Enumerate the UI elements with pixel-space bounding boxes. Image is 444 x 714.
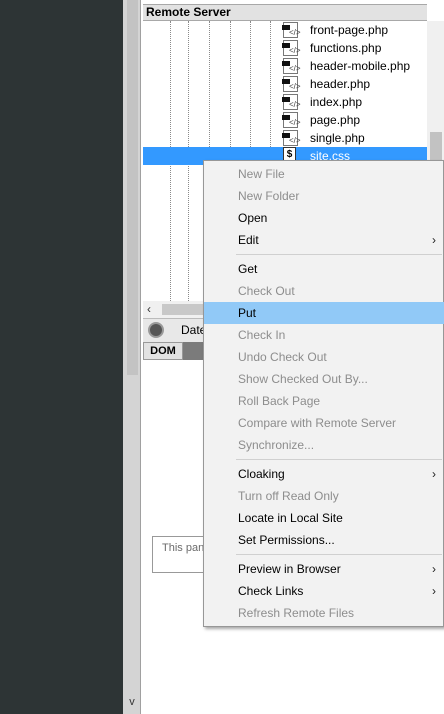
menu-item-get[interactable]: Get (204, 258, 444, 280)
tree-file[interactable]: </> index.php (280, 93, 430, 111)
file-name: functions.php (310, 41, 382, 55)
info-pane-text: This pan (162, 542, 205, 554)
menu-separator (236, 459, 442, 460)
menu-item-new-folder[interactable]: New Folder (204, 185, 444, 207)
menu-item-open[interactable]: Open (204, 207, 444, 229)
menu-item-label: Synchronize... (238, 438, 315, 452)
php-file-icon: </> (282, 130, 301, 146)
file-name: single.php (310, 131, 365, 145)
tab-dom[interactable]: DOM (143, 342, 183, 360)
menu-item-check-in[interactable]: Check In (204, 324, 444, 346)
submenu-arrow-icon: › (432, 584, 436, 598)
menu-item-show-checked-out-by[interactable]: Show Checked Out By... (204, 368, 444, 390)
tree-file[interactable]: </> page.php (280, 111, 430, 129)
menu-item-cloaking[interactable]: Cloaking › (204, 463, 444, 485)
php-file-icon: </> (282, 76, 301, 92)
menu-item-label: Check Out (238, 284, 295, 298)
menu-item-set-permissions[interactable]: Set Permissions... (204, 529, 444, 551)
menu-item-check-out[interactable]: Check Out (204, 280, 444, 302)
dark-background (0, 0, 123, 714)
submenu-arrow-icon: › (432, 467, 436, 481)
menu-item-preview-in-browser[interactable]: Preview in Browser › (204, 558, 444, 580)
php-file-icon: </> (282, 112, 301, 128)
scroll-left-arrow-icon[interactable]: ‹ (147, 301, 151, 317)
php-file-icon: </> (282, 40, 301, 56)
tree-vertical-scrollbar-thumb[interactable] (430, 132, 442, 162)
tree-file[interactable]: </> functions.php (280, 39, 430, 57)
menu-item-label: Edit (238, 233, 259, 247)
menu-separator (236, 254, 442, 255)
menu-item-label: Show Checked Out By... (238, 372, 368, 386)
context-menu: New File New Folder Open Edit › Get Check… (203, 160, 444, 627)
left-scrollbar-thumb[interactable] (127, 0, 138, 375)
tree-file[interactable]: </> header-mobile.php (280, 57, 430, 75)
php-file-icon: </> (282, 58, 301, 74)
file-name: index.php (310, 95, 363, 109)
file-name: page.php (310, 113, 361, 127)
menu-item-label: Check Links (238, 584, 304, 598)
menu-item-label: Turn off Read Only (238, 489, 339, 503)
menu-item-check-links[interactable]: Check Links › (204, 580, 444, 602)
menu-item-label: Roll Back Page (238, 394, 321, 408)
menu-item-label: Check In (238, 328, 286, 342)
tree-file[interactable]: </> front-page.php (280, 21, 430, 39)
menu-item-turn-off-read-only[interactable]: Turn off Read Only (204, 485, 444, 507)
submenu-arrow-icon: › (432, 233, 436, 247)
tree-file[interactable]: </> single.php (280, 129, 430, 147)
menu-item-label: Locate in Local Site (238, 511, 343, 525)
tree-file[interactable]: </> header.php (280, 75, 430, 93)
menu-item-label: Set Permissions... (238, 533, 335, 547)
menu-item-roll-back-page[interactable]: Roll Back Page (204, 390, 444, 412)
menu-separator (236, 554, 442, 555)
menu-item-label: Cloaking (238, 467, 285, 481)
menu-item-undo-check-out[interactable]: Undo Check Out (204, 346, 444, 368)
scroll-down-arrow-icon[interactable]: v (124, 694, 140, 710)
panel-title: Remote Server (143, 4, 427, 21)
menu-item-refresh-remote-files[interactable]: Refresh Remote Files (204, 602, 444, 624)
menu-item-label: Put (238, 306, 257, 320)
menu-item-new-file[interactable]: New File (204, 163, 444, 185)
menu-item-label: Compare with Remote Server (238, 416, 397, 430)
file-name: front-page.php (310, 23, 389, 37)
menu-item-label: New File (238, 167, 285, 181)
menu-item-label: Undo Check Out (238, 350, 327, 364)
file-name: header-mobile.php (310, 59, 411, 73)
menu-item-put[interactable]: Put (204, 302, 444, 324)
globe-icon[interactable] (148, 322, 164, 338)
menu-item-edit[interactable]: Edit › (204, 229, 444, 251)
file-name: header.php (310, 77, 371, 91)
php-file-icon: </> (282, 94, 301, 110)
menu-item-label: New Folder (238, 189, 300, 203)
submenu-arrow-icon: › (432, 562, 436, 576)
menu-item-label: Preview in Browser (238, 562, 341, 576)
menu-item-label: Refresh Remote Files (238, 606, 355, 620)
menu-item-compare-with-remote-server[interactable]: Compare with Remote Server (204, 412, 444, 434)
menu-item-synchronize[interactable]: Synchronize... (204, 434, 444, 456)
menu-item-locate-in-local-site[interactable]: Locate in Local Site (204, 507, 444, 529)
menu-item-label: Open (238, 211, 268, 225)
menu-item-label: Get (238, 262, 258, 276)
php-file-icon: </> (282, 22, 301, 38)
